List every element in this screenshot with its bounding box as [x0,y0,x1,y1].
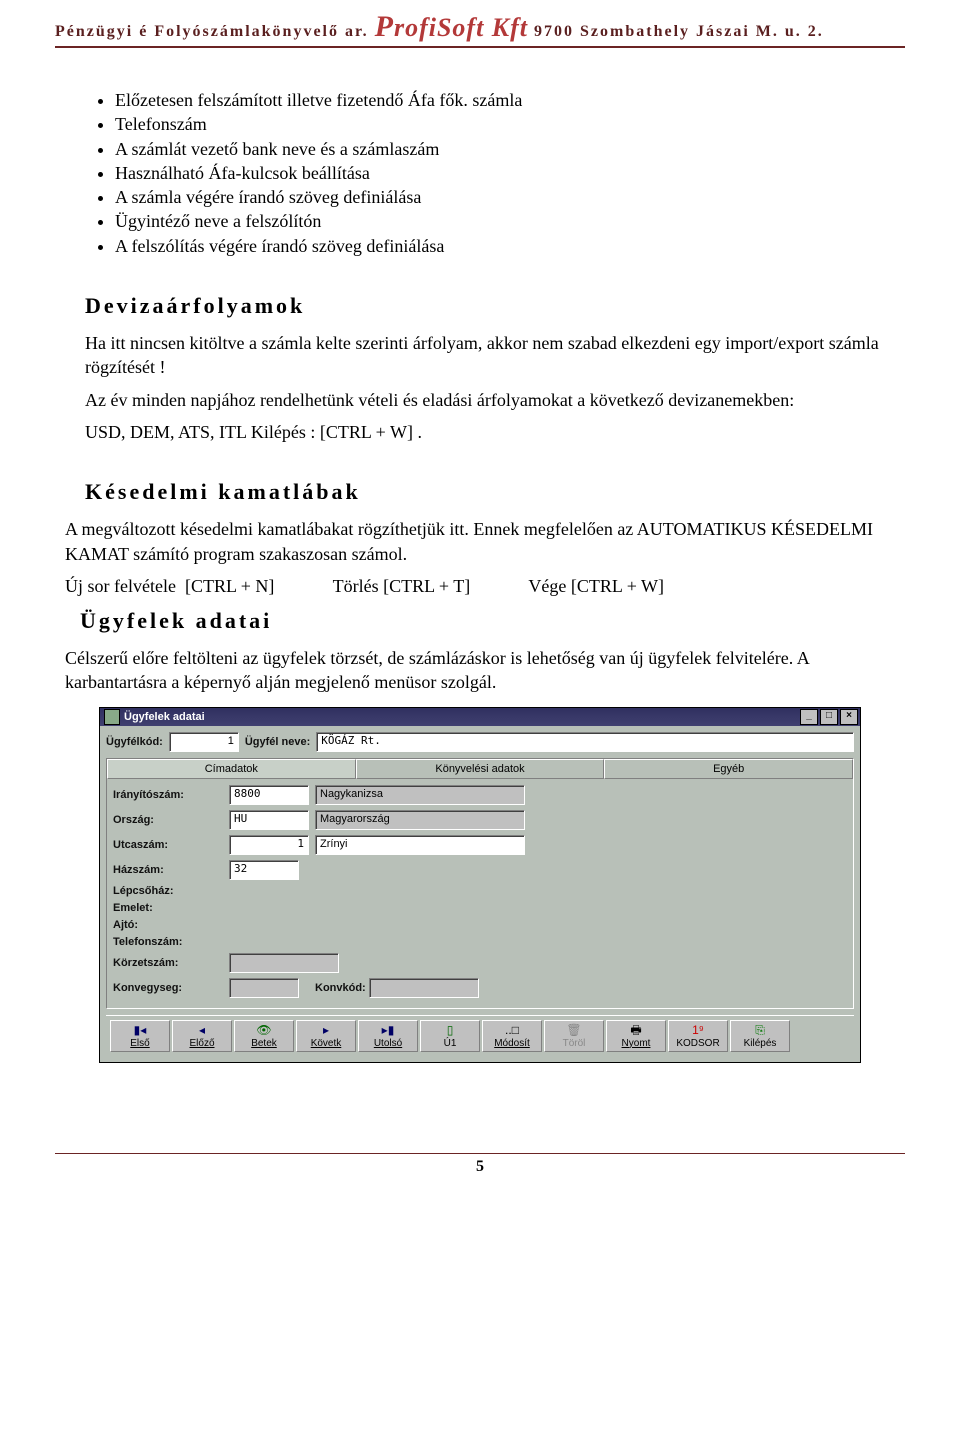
tab-egyeb[interactable]: Egyéb [604,759,853,779]
window-ugyfelek: Ügyfelek adatai _ □ × Ügyfélkód: 1 Ügyfé… [99,707,861,1063]
iranyitoszam-input[interactable]: 8800 [229,785,309,805]
trash-icon: 🗑 [549,1023,599,1037]
next-button[interactable]: ▸Követk [296,1020,356,1052]
list-item: Ügyintéző neve a felszólítón [115,209,905,233]
utcaszam-no-input[interactable]: 1 [229,835,309,855]
list-item: Használható Áfa-kulcsok beállítása [115,161,905,185]
title-bar: Ügyfelek adatai _ □ × [100,708,860,726]
view-button[interactable]: 👁Betek [234,1020,294,1052]
konvegyseg-label: Konvegyseg: [113,982,223,994]
header-right: 9700 Szombathely Jászai M. u. 2. [534,23,824,40]
list-item: Telefonszám [115,112,905,136]
konvkod-label: Konvkód: [315,982,366,994]
kodsor-button[interactable]: 1⁹KODSOR [668,1020,728,1052]
paragraph: Célszerű előre feltölteni az ügyfelek tö… [65,646,905,695]
maximize-button[interactable]: □ [820,709,838,725]
konvkod-input[interactable] [369,978,479,998]
city-display: Nagykanizsa [315,785,525,805]
hazszam-input[interactable]: 32 [229,860,299,880]
sort-icon: 1⁹ [673,1023,723,1037]
close-button[interactable]: × [840,709,858,725]
window-title: Ügyfelek adatai [124,711,205,723]
section-heading-ugyfelek: Ügyfelek adatai [80,608,905,634]
konvegyseg-input[interactable] [229,978,299,998]
eye-icon: 👁 [239,1023,289,1037]
utcaszam-label: Utcaszám: [113,839,223,851]
tab-cimadatok[interactable]: Címadatok [107,759,356,779]
hazszam-label: Házszám: [113,864,223,876]
section-heading-deviza: Devizaárfolyamok [85,293,905,319]
orszag-label: Ország: [113,814,223,826]
print-button[interactable]: 🖶Nyomt [606,1020,666,1052]
exit-button[interactable]: ⎘Kilépés [730,1020,790,1052]
print-icon: 🖶 [611,1023,661,1037]
list-item: A felszólítás végére írandó szöveg defin… [115,234,905,258]
korzetszam-input[interactable] [229,953,339,973]
ugyfelkod-label: Ügyfélkód: [106,736,163,748]
first-icon: ▮◂ [115,1023,165,1037]
page-number: 5 [55,1153,905,1176]
last-button[interactable]: ▸▮Utolsó [358,1020,418,1052]
ugyfelnev-input[interactable]: KÖGÁZ Rt. [316,732,854,752]
ajto-label: Ajtó: [113,919,223,931]
first-button[interactable]: ▮◂Első [110,1020,170,1052]
telefonszam-label: Telefonszám: [113,936,223,948]
tab-konyvelesi[interactable]: Könyvelési adatok [356,759,605,779]
iranyitoszam-label: Irányítószám: [113,789,223,801]
next-icon: ▸ [301,1023,351,1037]
prev-icon: ◂ [177,1023,227,1037]
edit-icon: ..□ [487,1023,537,1037]
section-heading-kesedelmi: Késedelmi kamatlábak [85,479,905,505]
brand-name: PProfiSoft KftrofiSoft Kft [375,13,528,42]
list-item: Előzetesen felszámított illetve fizetend… [115,88,905,112]
korzetszam-label: Körzetszám: [113,957,223,969]
record-toolbar: ▮◂Első ◂Előző 👁Betek ▸Követk ▸▮Utolsó ▯Ú… [106,1015,854,1056]
minimize-button[interactable]: _ [800,709,818,725]
header-left: Pénzügyi é Folyószámlakönyvelő ar. [55,23,369,40]
orszag-display: Magyarország [315,810,525,830]
new-icon: ▯ [425,1023,475,1037]
page-header: Pénzügyi é Folyószámlakönyvelő ar. PProf… [55,0,905,48]
utcanev-input[interactable]: Zrínyi [315,835,525,855]
paragraph: USD, DEM, ATS, ITL Kilépés : [CTRL + W] … [85,420,905,444]
emelet-label: Emelet: [113,902,223,914]
last-icon: ▸▮ [363,1023,413,1037]
ugyfelkod-input[interactable]: 1 [169,732,239,752]
paragraph: Új sor felvétele [CTRL + N] Törlés [CTRL… [65,574,905,598]
paragraph: Az év minden napjához rendelhetünk vétel… [85,388,905,412]
prev-button[interactable]: ◂Előző [172,1020,232,1052]
tab-panel: Címadatok Könyvelési adatok Egyéb Irányí… [106,758,854,1009]
delete-button[interactable]: 🗑Töröl [544,1020,604,1052]
list-item: A számlát vezető bank neve és a számlasz… [115,137,905,161]
paragraph: A megváltozott késedelmi kamatlábakat rö… [65,517,905,566]
paragraph: Ha itt nincsen kitöltve a számla kelte s… [85,331,905,380]
bullet-list: Előzetesen felszámított illetve fizetend… [115,88,905,258]
app-icon [104,709,120,725]
ugyfelnev-label: Ügyfél neve: [245,736,310,748]
new-button[interactable]: ▯Ú1 [420,1020,480,1052]
lepcsohaz-label: Lépcsőház: [113,885,223,897]
orszag-input[interactable]: HU [229,810,309,830]
edit-button[interactable]: ..□Módosít [482,1020,542,1052]
exit-icon: ⎘ [735,1023,785,1037]
list-item: A számla végére írandó szöveg definiálás… [115,185,905,209]
